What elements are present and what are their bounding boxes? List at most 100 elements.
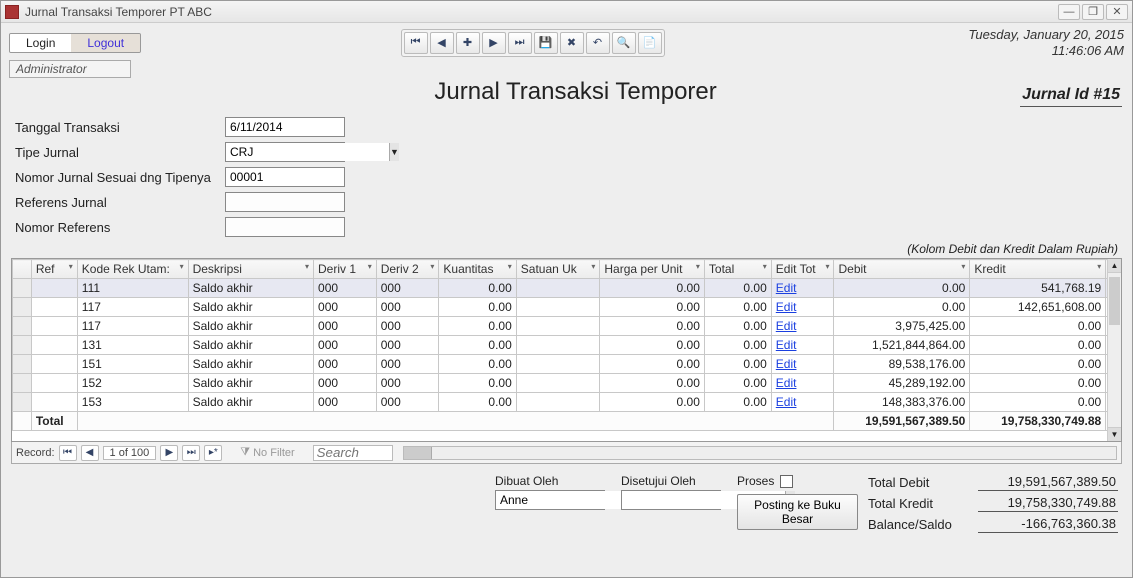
next-record-icon[interactable]: ▶ [482,32,506,54]
minimize-button[interactable]: — [1058,4,1080,20]
cell-kode[interactable]: 117 [77,298,188,317]
col-ref[interactable]: Ref▾ [31,260,77,279]
edit-link[interactable]: Edit [776,281,797,295]
cell-d1[interactable]: 000 [314,298,377,317]
cell-d2[interactable]: 000 [376,279,439,298]
rb-prev-icon[interactable]: ◀ [81,445,99,461]
cell-satuan[interactable] [516,298,600,317]
rb-last-icon[interactable]: ⏭ [182,445,200,461]
cell-satuan[interactable] [516,393,600,412]
cell-kredit[interactable]: 0.00 [970,336,1106,355]
cell-kuantitas[interactable]: 0.00 [439,336,516,355]
cell-kredit[interactable]: 0.00 [970,355,1106,374]
delete-record-icon[interactable]: ✖ [560,32,584,54]
save-record-icon[interactable]: 💾 [534,32,558,54]
col-deriv1[interactable]: Deriv 1▾ [314,260,377,279]
row-selector[interactable] [13,336,32,355]
posting-button[interactable]: Posting ke Buku Besar [737,494,858,530]
row-selector[interactable] [13,279,32,298]
cell-kode[interactable]: 152 [77,374,188,393]
edit-link[interactable]: Edit [776,300,797,314]
cell-satuan[interactable] [516,279,600,298]
scroll-thumb[interactable] [1109,277,1120,325]
cell-debit[interactable]: 45,289,192.00 [834,374,970,393]
tipe-input[interactable] [226,143,389,161]
cell-edit[interactable]: Edit [771,374,834,393]
edit-link[interactable]: Edit [776,338,797,352]
referens-input[interactable] [225,192,345,212]
preview-icon[interactable]: 📄 [638,32,662,54]
cell-debit[interactable]: 1,521,844,864.00 [834,336,970,355]
col-harga[interactable]: Harga per Unit▾ [600,260,705,279]
rb-new-icon[interactable]: ▸* [204,445,222,461]
cell-harga[interactable]: 0.00 [600,317,705,336]
edit-link[interactable]: Edit [776,357,797,371]
cell-satuan[interactable] [516,374,600,393]
cell-harga[interactable]: 0.00 [600,355,705,374]
rb-first-icon[interactable]: ⏮ [59,445,77,461]
cell-d2[interactable]: 000 [376,374,439,393]
chevron-down-icon[interactable]: ▼ [389,143,399,161]
tanggal-input[interactable] [225,117,345,137]
nomorref-input[interactable] [225,217,345,237]
edit-link[interactable]: Edit [776,376,797,390]
cell-total[interactable]: 0.00 [704,393,771,412]
cell-harga[interactable]: 0.00 [600,374,705,393]
cell-d1[interactable]: 000 [314,279,377,298]
cell-total[interactable]: 0.00 [704,279,771,298]
grid-horizontal-scrollbar[interactable] [403,446,1117,460]
table-row[interactable]: 117Saldo akhir0000000.000.000.00Edit3,97… [13,317,1121,336]
row-selector[interactable] [13,298,32,317]
col-desc[interactable]: Deskripsi▾ [188,260,313,279]
col-edit-total[interactable]: Edit Tot▾ [771,260,834,279]
cell-total[interactable]: 0.00 [704,336,771,355]
cell-kode[interactable]: 111 [77,279,188,298]
grid-vertical-scrollbar[interactable]: ▲ ▼ [1107,259,1121,441]
cell-edit[interactable]: Edit [771,317,834,336]
col-total[interactable]: Total▾ [704,260,771,279]
record-search-input[interactable] [313,445,393,461]
last-record-icon[interactable]: ⏭ [508,32,532,54]
cell-kuantitas[interactable]: 0.00 [439,317,516,336]
cell-desc[interactable]: Saldo akhir [188,317,313,336]
cell-debit[interactable]: 0.00 [834,298,970,317]
cell-kode[interactable]: 151 [77,355,188,374]
find-icon[interactable]: 🔍 [612,32,636,54]
cell-d1[interactable]: 000 [314,355,377,374]
cell-desc[interactable]: Saldo akhir [188,374,313,393]
login-tab[interactable]: Login [10,34,71,52]
cell-desc[interactable]: Saldo akhir [188,336,313,355]
scroll-down-icon[interactable]: ▼ [1108,427,1121,441]
cell-harga[interactable]: 0.00 [600,393,705,412]
table-row[interactable]: 117Saldo akhir0000000.000.000.00Edit0.00… [13,298,1121,317]
new-record-icon[interactable]: ✚ [456,32,480,54]
row-selector[interactable] [13,355,32,374]
cell-ref[interactable] [31,317,77,336]
proses-checkbox[interactable] [780,475,793,488]
cell-ref[interactable] [31,355,77,374]
cell-ref[interactable] [31,374,77,393]
col-kode[interactable]: Kode Rek Utam:▾ [77,260,188,279]
cell-desc[interactable]: Saldo akhir [188,279,313,298]
cell-edit[interactable]: Edit [771,279,834,298]
col-debit[interactable]: Debit▾ [834,260,970,279]
prev-record-icon[interactable]: ◀ [430,32,454,54]
cell-debit[interactable]: 0.00 [834,279,970,298]
cell-d2[interactable]: 000 [376,336,439,355]
cell-kuantitas[interactable]: 0.00 [439,355,516,374]
cell-edit[interactable]: Edit [771,355,834,374]
cell-d1[interactable]: 000 [314,336,377,355]
cell-total[interactable]: 0.00 [704,355,771,374]
cell-ref[interactable] [31,393,77,412]
cell-d2[interactable]: 000 [376,317,439,336]
table-row[interactable]: 111Saldo akhir0000000.000.000.00Edit0.00… [13,279,1121,298]
cell-edit[interactable]: Edit [771,393,834,412]
cell-satuan[interactable] [516,355,600,374]
cell-kode[interactable]: 131 [77,336,188,355]
table-row[interactable]: 151Saldo akhir0000000.000.000.00Edit89,5… [13,355,1121,374]
record-position[interactable]: 1 of 100 [103,446,157,460]
cell-ref[interactable] [31,279,77,298]
no-filter-indicator[interactable]: ⧩ No Filter [240,446,294,459]
cell-desc[interactable]: Saldo akhir [188,298,313,317]
maximize-button[interactable]: ❐ [1082,4,1104,20]
